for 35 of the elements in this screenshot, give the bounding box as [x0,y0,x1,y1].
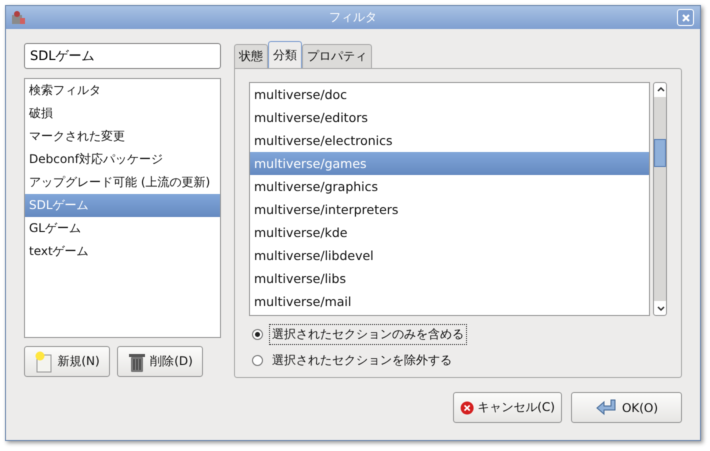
dialog-button[interactable]: OK(O) [571,392,682,423]
section-item[interactable]: multiverse/electronics [250,129,649,152]
section-item[interactable]: multiverse/libdevel [250,244,649,267]
dialog-button[interactable]: キャンセル(C) [453,392,562,423]
radio-button[interactable] [252,329,263,340]
section-item[interactable]: multiverse/graphics [250,175,649,198]
close-icon [680,12,690,22]
filter-button[interactable]: 新規(N) [24,346,110,377]
section-item[interactable]: multiverse/interpreters [250,198,649,221]
new-document-icon [34,350,54,372]
tab[interactable]: 状態 [234,44,268,68]
radio-button[interactable] [252,355,263,366]
section-item[interactable]: multiverse/kde [250,221,649,244]
window-title: フィルタ [329,9,377,26]
filter-item[interactable]: 検索フィルタ [25,79,220,102]
section-item[interactable]: multiverse/mail [250,290,649,313]
filter-item[interactable]: アップグレード可能 (上流の更新) [25,171,220,194]
filter-item[interactable]: 破損 [25,102,220,125]
tab[interactable]: プロパティ [302,44,372,68]
radio-label[interactable]: 選択されたセクションのみを含める [269,324,467,345]
filter-button[interactable]: 削除(D) [117,346,203,377]
app-icon [10,10,26,26]
filter-item[interactable]: Debconf対応パッケージ [25,148,220,171]
filter-item[interactable]: マークされた変更 [25,125,220,148]
scrollbar[interactable] [653,82,667,316]
radio-label[interactable]: 選択されたセクションを除外する [269,350,455,371]
filter-item[interactable]: GLゲーム [25,217,220,240]
section-item[interactable]: multiverse/editors [250,106,649,129]
section-item[interactable]: multiverse/libs [250,267,649,290]
filter-item[interactable]: textゲーム [25,240,220,263]
tab[interactable]: 分類 [268,41,302,68]
close-button[interactable] [677,9,694,26]
section-item[interactable]: multiverse/doc [250,83,649,106]
name-field[interactable]: SDLゲーム [24,43,221,69]
scroll-thumb[interactable] [654,139,666,167]
